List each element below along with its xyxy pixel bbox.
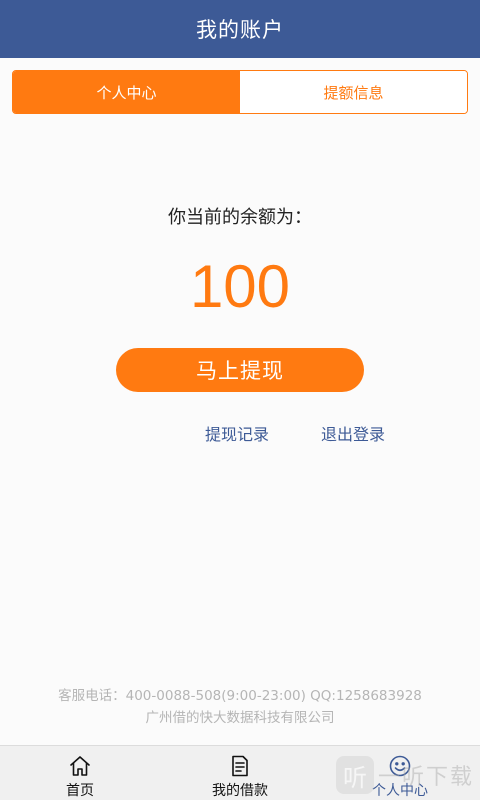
nav-label-my-loans: 我的借款: [212, 783, 268, 799]
watermark: 听 一听下载: [335, 756, 474, 794]
withdraw-now-button[interactable]: 马上提现: [116, 348, 364, 392]
withdraw-records-link[interactable]: 提现记录: [205, 421, 269, 445]
logout-link[interactable]: 退出登录: [321, 421, 385, 445]
balance-label: 你当前的余额为：: [168, 207, 312, 228]
page-title: 我的账户: [196, 18, 284, 42]
watermark-badge: 听: [335, 756, 374, 794]
balance-value: 100: [189, 253, 291, 320]
tab-bar: 个人中心 提额信息: [12, 70, 468, 114]
top-bar: 我的账户: [0, 0, 480, 58]
nav-item-my-loans[interactable]: 我的借款: [160, 746, 320, 800]
company-name: 广州借的快大数据科技有限公司: [145, 710, 335, 726]
nav-label-home: 首页: [66, 783, 94, 799]
home-icon: [70, 756, 90, 776]
watermark-text: 一听下载: [377, 765, 474, 790]
nav-item-home[interactable]: 首页: [0, 746, 160, 800]
tab-credit-increase-info[interactable]: 提额信息: [240, 71, 467, 113]
tab-personal-center[interactable]: 个人中心: [13, 71, 240, 113]
customer-service-info: 客服电话：400-0088-508(9:00-23:00) QQ:1258683…: [58, 688, 422, 704]
document-icon: [232, 755, 248, 777]
